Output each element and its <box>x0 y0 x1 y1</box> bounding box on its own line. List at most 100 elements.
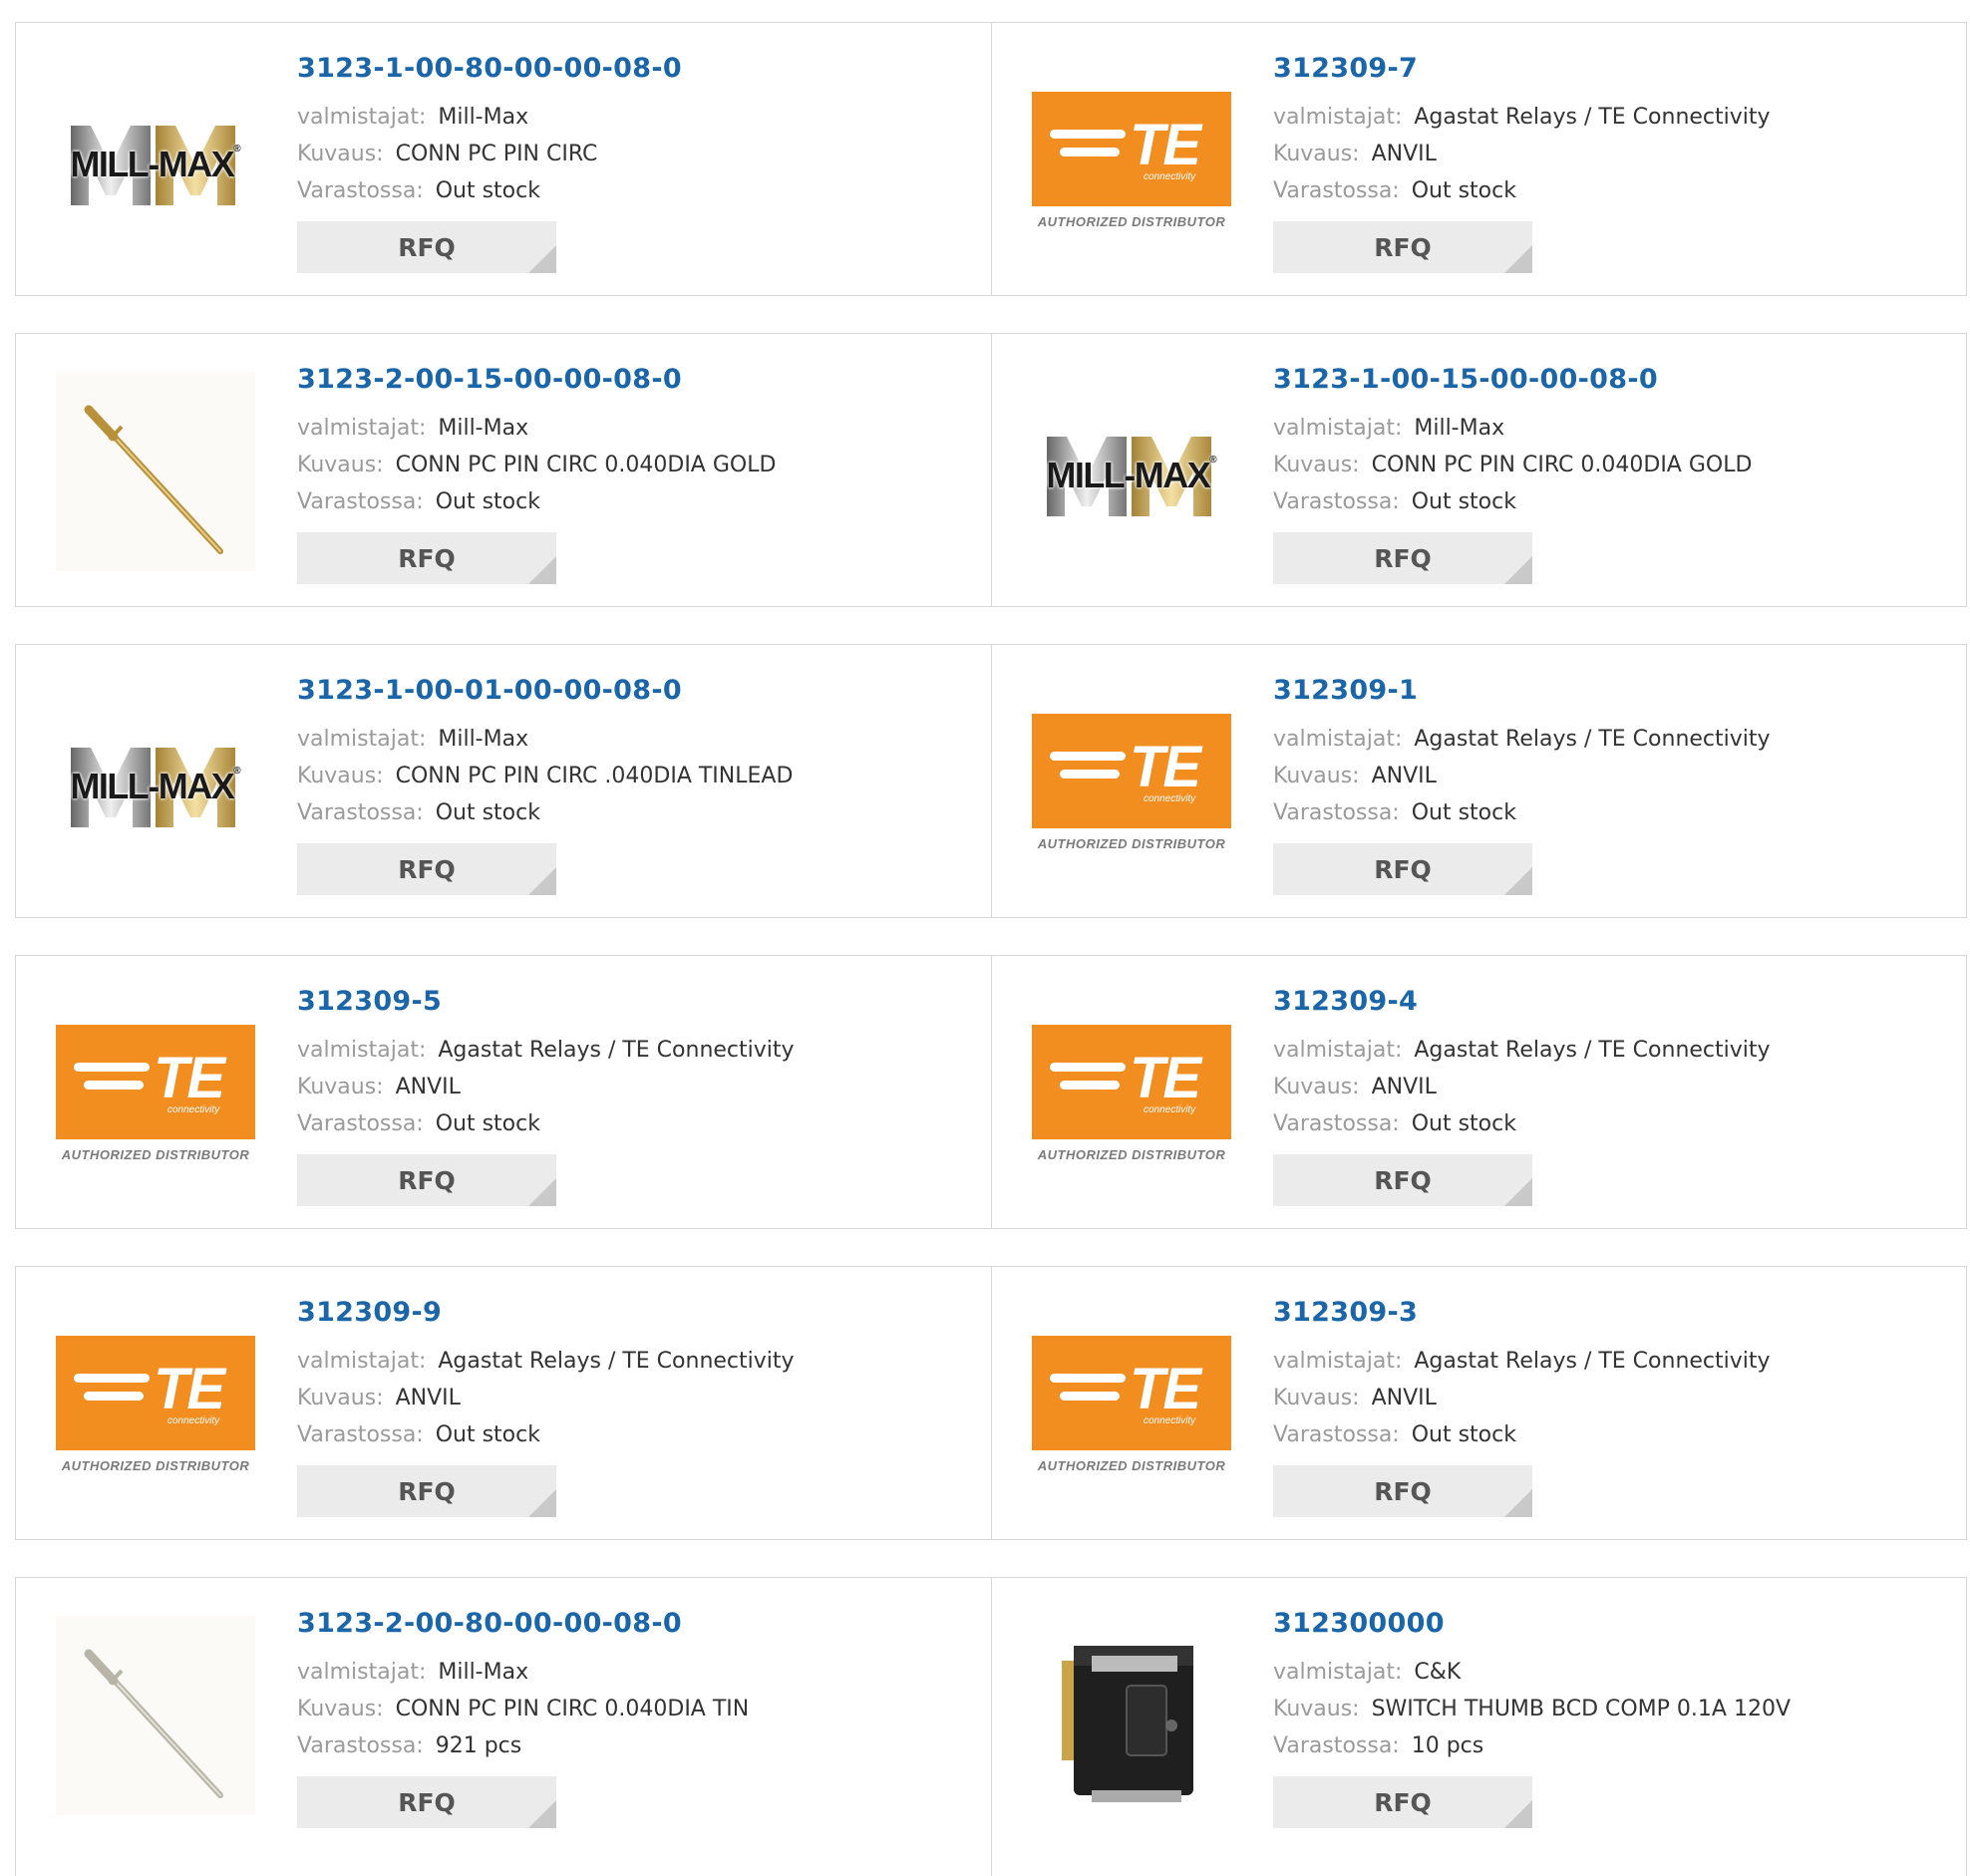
part-number-link[interactable]: 312309-4 <box>1273 986 1956 1018</box>
manufacturer-label: valmistajat: <box>1273 416 1403 441</box>
te-logo-box: TE connectivity <box>1032 1025 1231 1139</box>
part-number-link[interactable]: 312309-9 <box>297 1297 981 1329</box>
rfq-button[interactable]: RFQ <box>1273 1776 1532 1828</box>
product-card: MILL-MAX® 3123-1-00-80-00-00-08-0 valmis… <box>16 23 991 295</box>
authorized-distributor-label: AUTHORIZED DISTRIBUTOR <box>61 1458 250 1473</box>
description-label: Kuvaus: <box>297 1386 384 1410</box>
manufacturer-line: valmistajat: Agastat Relays / TE Connecti… <box>1273 1032 1956 1069</box>
manufacturer-line: valmistajat: Mill-Max <box>297 721 981 758</box>
te-wordmark: TE <box>154 1046 225 1110</box>
description-label: Kuvaus: <box>297 764 384 788</box>
rfq-button[interactable]: RFQ <box>297 221 556 273</box>
part-number-link[interactable]: 312300000 <box>1273 1608 1956 1640</box>
description-line: Kuvaus: CONN PC PIN CIRC 0.040DIA TIN <box>297 1691 981 1727</box>
manufacturer-label: valmistajat: <box>297 1349 427 1374</box>
rfq-button[interactable]: RFQ <box>1273 1465 1532 1517</box>
product-image[interactable]: MILL-MAX® <box>56 61 255 260</box>
product-row: TE connectivity AUTHORIZED DISTRIBUTOR 3… <box>15 1266 1967 1540</box>
part-number-link[interactable]: 312309-3 <box>1273 1297 1956 1329</box>
description-label: Kuvaus: <box>1273 453 1360 477</box>
manufacturer-line: valmistajat: Mill-Max <box>297 99 981 136</box>
description-line: Kuvaus: ANVIL <box>297 1380 981 1416</box>
te-subtitle: connectivity <box>1144 793 1196 804</box>
product-info: 312300000 valmistajat: C&K Kuvaus: SWITCH … <box>1273 1608 1956 1828</box>
product-card: TE connectivity AUTHORIZED DISTRIBUTOR 3… <box>16 956 991 1228</box>
te-bars-icon <box>74 1063 150 1098</box>
manufacturer-line: valmistajat: Agastat Relays / TE Connecti… <box>1273 1343 1956 1380</box>
part-number-link[interactable]: 312309-1 <box>1273 675 1956 707</box>
manufacturer-label: valmistajat: <box>1273 105 1403 130</box>
stock-line: Varastossa: Out stock <box>297 794 981 831</box>
product-image[interactable]: TE connectivity AUTHORIZED DISTRIBUTOR <box>1032 61 1231 260</box>
description-value: ANVIL <box>395 1075 461 1099</box>
te-connectivity-logo: TE connectivity AUTHORIZED DISTRIBUTOR <box>56 1336 255 1473</box>
manufacturer-value: Agastat Relays / TE Connectivity <box>438 1349 795 1374</box>
product-image[interactable]: TE connectivity AUTHORIZED DISTRIBUTOR <box>1032 683 1231 882</box>
part-number-link[interactable]: 312309-5 <box>297 986 981 1018</box>
product-card: TE connectivity AUTHORIZED DISTRIBUTOR 3… <box>991 1267 1966 1539</box>
rfq-button[interactable]: RFQ <box>297 532 556 584</box>
manufacturer-label: valmistajat: <box>297 105 427 130</box>
product-image[interactable]: TE connectivity AUTHORIZED DISTRIBUTOR <box>56 1305 255 1504</box>
description-line: Kuvaus: SWITCH THUMB BCD COMP 0.1A 120V <box>1273 1691 1956 1727</box>
part-number-link[interactable]: 3123-1-00-15-00-00-08-0 <box>1273 364 1956 396</box>
rfq-button[interactable]: RFQ <box>1273 221 1532 273</box>
product-image[interactable]: MILL-MAX® <box>1032 372 1231 571</box>
te-connectivity-logo: TE connectivity AUTHORIZED DISTRIBUTOR <box>1032 1336 1231 1473</box>
product-row: 3123-2-00-80-00-00-08-0 valmistajat: Mill… <box>15 1577 1967 1876</box>
stock-line: Varastossa: Out stock <box>1273 794 1956 831</box>
product-info: 3123-2-00-80-00-00-08-0 valmistajat: Mill… <box>297 1608 981 1828</box>
te-wordmark: TE <box>154 1357 225 1421</box>
te-subtitle: connectivity <box>1144 1104 1196 1115</box>
product-image[interactable] <box>1032 1616 1231 1815</box>
stock-value: 10 pcs <box>1411 1733 1484 1758</box>
description-line: Kuvaus: CONN PC PIN CIRC 0.040DIA GOLD <box>1273 447 1956 483</box>
description-line: Kuvaus: CONN PC PIN CIRC <box>297 136 981 172</box>
authorized-distributor-label: AUTHORIZED DISTRIBUTOR <box>61 1147 250 1162</box>
product-image[interactable]: TE connectivity AUTHORIZED DISTRIBUTOR <box>56 994 255 1193</box>
manufacturer-label: valmistajat: <box>1273 727 1403 752</box>
stock-label: Varastossa: <box>297 800 424 825</box>
mill-max-wordmark: MILL-MAX® <box>70 766 241 806</box>
product-grid: MILL-MAX® 3123-1-00-80-00-00-08-0 valmis… <box>15 22 1967 1876</box>
manufacturer-label: valmistajat: <box>1273 1660 1403 1685</box>
rfq-button[interactable]: RFQ <box>1273 1154 1532 1206</box>
description-value: CONN PC PIN CIRC 0.040DIA TIN <box>395 1697 750 1721</box>
product-card: 3123-2-00-80-00-00-08-0 valmistajat: Mill… <box>16 1578 991 1876</box>
manufacturer-line: valmistajat: Agastat Relays / TE Connecti… <box>297 1343 981 1380</box>
te-bars-icon <box>1050 752 1126 787</box>
description-label: Kuvaus: <box>297 453 384 477</box>
description-line: Kuvaus: CONN PC PIN CIRC 0.040DIA GOLD <box>297 447 981 483</box>
product-image[interactable]: TE connectivity AUTHORIZED DISTRIBUTOR <box>1032 1305 1231 1504</box>
stock-value: Out stock <box>1411 800 1516 825</box>
product-image[interactable]: MILL-MAX® <box>56 683 255 882</box>
authorized-distributor-label: AUTHORIZED DISTRIBUTOR <box>1037 1458 1226 1473</box>
stock-label: Varastossa: <box>1273 489 1400 514</box>
rfq-button[interactable]: RFQ <box>1273 843 1532 895</box>
product-image[interactable] <box>56 372 255 571</box>
rfq-button[interactable]: RFQ <box>1273 532 1532 584</box>
stock-label: Varastossa: <box>1273 178 1400 203</box>
part-number-link[interactable]: 3123-1-00-80-00-00-08-0 <box>297 53 981 85</box>
te-logo-box: TE connectivity <box>56 1025 255 1139</box>
part-number-link[interactable]: 3123-1-00-01-00-00-08-0 <box>297 675 981 707</box>
rfq-button[interactable]: RFQ <box>297 1465 556 1517</box>
rfq-button[interactable]: RFQ <box>297 1154 556 1206</box>
te-subtitle: connectivity <box>1144 171 1196 182</box>
stock-value: Out stock <box>1411 489 1516 514</box>
part-number-link[interactable]: 312309-7 <box>1273 53 1956 85</box>
manufacturer-label: valmistajat: <box>297 1038 427 1063</box>
manufacturer-line: valmistajat: Mill-Max <box>1273 410 1956 447</box>
stock-label: Varastossa: <box>297 489 424 514</box>
rfq-button[interactable]: RFQ <box>297 843 556 895</box>
description-label: Kuvaus: <box>297 142 384 166</box>
manufacturer-value: Agastat Relays / TE Connectivity <box>438 1038 795 1063</box>
description-value: ANVIL <box>395 1386 461 1410</box>
rfq-button[interactable]: RFQ <box>297 1776 556 1828</box>
part-number-link[interactable]: 3123-2-00-80-00-00-08-0 <box>297 1608 981 1640</box>
product-info: 312309-3 valmistajat: Agastat Relays / TE… <box>1273 1297 1956 1517</box>
manufacturer-label: valmistajat: <box>297 1660 427 1685</box>
product-image[interactable]: TE connectivity AUTHORIZED DISTRIBUTOR <box>1032 994 1231 1193</box>
part-number-link[interactable]: 3123-2-00-15-00-00-08-0 <box>297 364 981 396</box>
product-image[interactable] <box>56 1616 255 1815</box>
